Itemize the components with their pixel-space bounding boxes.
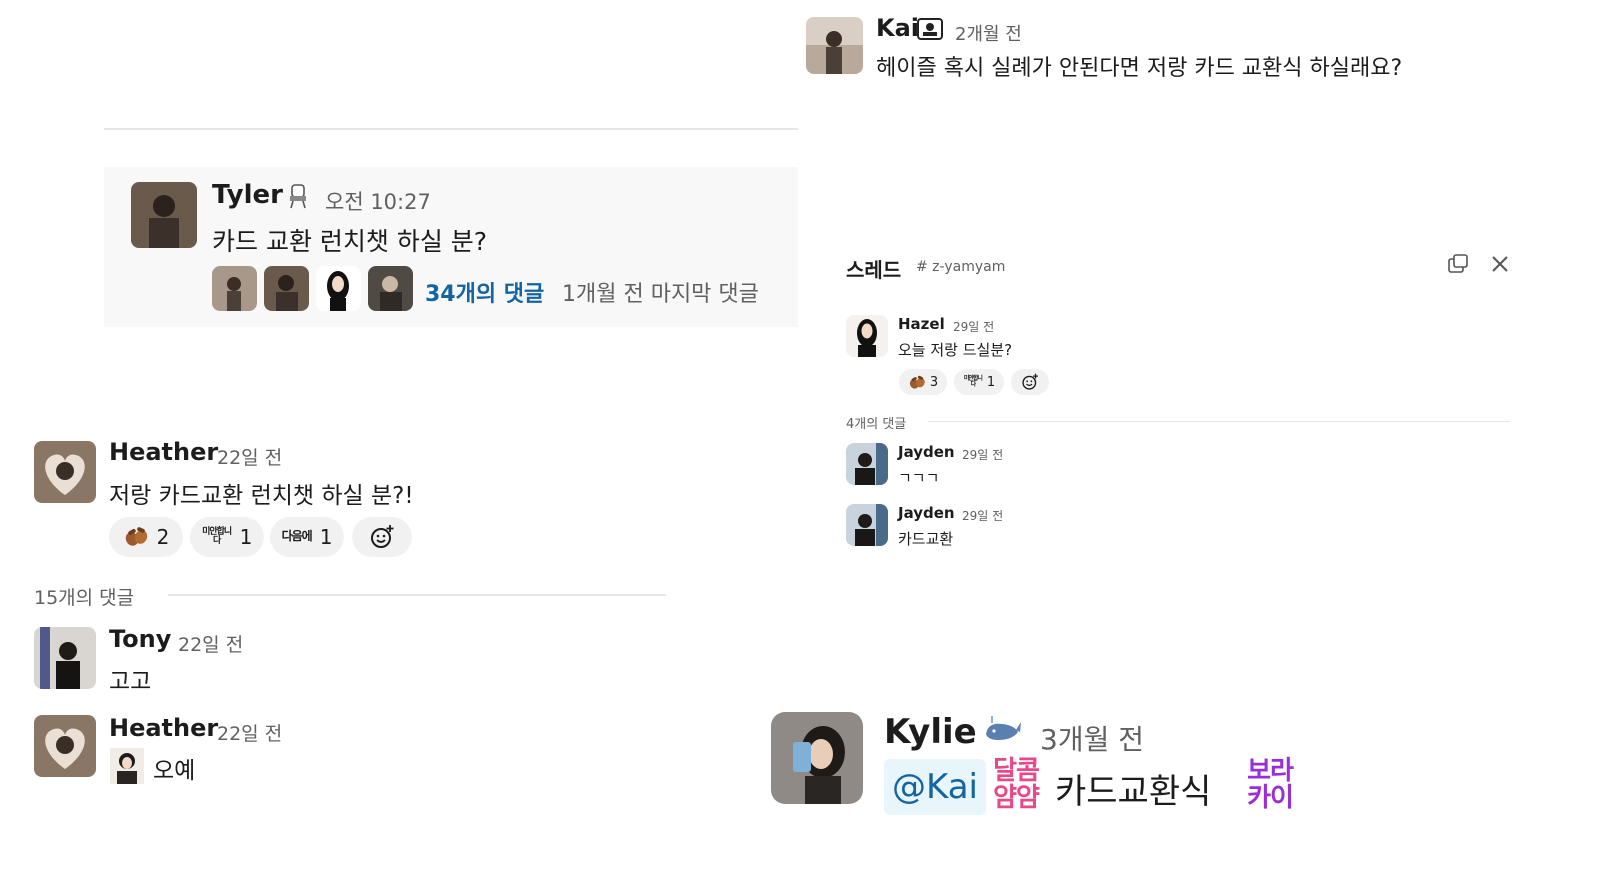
jayden-timestamp[interactable]: 29일 전 bbox=[962, 446, 1003, 463]
add-emoji-icon bbox=[369, 524, 395, 550]
chair-icon bbox=[287, 183, 309, 209]
hazel-message: 오늘 저랑 드실분? bbox=[898, 341, 1013, 359]
kai-message: 헤이즐 혹시 실례가 안된다면 저랑 카드 교환식 하실래요? bbox=[876, 56, 1403, 81]
divider bbox=[104, 128, 798, 130]
add-reaction-button[interactable] bbox=[352, 517, 412, 557]
reaction-count: 2 bbox=[156, 525, 170, 549]
replier-avatar bbox=[264, 266, 309, 311]
thread-panel-reply-count: 4개의 댓글 bbox=[846, 417, 907, 432]
jayden-name[interactable]: Jayden bbox=[898, 443, 955, 461]
heather-timestamp[interactable]: 22일 전 bbox=[217, 443, 282, 470]
mention-text: @Kai bbox=[892, 767, 978, 807]
kai-name[interactable]: Kai bbox=[876, 14, 919, 42]
replier-avatar bbox=[212, 266, 257, 311]
reply-count-link[interactable]: 34개의 댓글 bbox=[425, 276, 544, 308]
tony-timestamp[interactable]: 22일 전 bbox=[178, 630, 243, 657]
kylie-message: 카드교환식 bbox=[1055, 772, 1212, 812]
reaction-count: 3 bbox=[929, 374, 939, 390]
thread-panel-title: 스레드 bbox=[846, 258, 902, 282]
acorn-icon bbox=[123, 526, 149, 548]
thread-channel-link[interactable]: # z-yamyam bbox=[916, 259, 1005, 275]
tony-message: 고고 bbox=[109, 669, 152, 695]
sorry-emoji: 미안합니다 bbox=[202, 527, 232, 546]
jayden-message: ㄱㄱㄱ bbox=[898, 469, 940, 487]
reaction-sorry[interactable]: 미안합니다 1 bbox=[190, 517, 264, 557]
heather-name[interactable]: Heather bbox=[109, 438, 218, 466]
kylie-avatar[interactable] bbox=[771, 712, 863, 804]
tyler-timestamp[interactable]: 오전 10:27 bbox=[325, 186, 431, 216]
reaction-count: 1 bbox=[319, 525, 333, 549]
hazel-avatar[interactable] bbox=[846, 315, 888, 357]
acorn-icon bbox=[908, 375, 926, 390]
heather-avatar[interactable] bbox=[34, 715, 96, 777]
reaction-sorry[interactable]: 미안합니다 1 bbox=[954, 369, 1004, 395]
add-emoji-icon bbox=[1021, 373, 1039, 391]
heather-timestamp[interactable]: 22일 전 bbox=[217, 719, 282, 746]
reaction-next-time[interactable]: 다음에 1 bbox=[270, 517, 344, 557]
divider bbox=[928, 421, 1510, 422]
jayden-avatar[interactable] bbox=[846, 443, 888, 485]
jayden-avatar[interactable] bbox=[846, 504, 888, 546]
close-icon[interactable] bbox=[1490, 254, 1510, 274]
id-card-icon bbox=[917, 16, 943, 42]
user-mention[interactable]: @Kai bbox=[884, 759, 986, 815]
kai-timestamp[interactable]: 2개월 전 bbox=[955, 20, 1022, 46]
reaction-acorns[interactable]: 2 bbox=[109, 517, 183, 557]
whale-icon bbox=[982, 712, 1022, 746]
borakai-emoji: 보라카이 bbox=[1247, 756, 1294, 814]
last-reply-time: 1개월 전 마지막 댓글 bbox=[562, 282, 759, 307]
add-reaction-button[interactable] bbox=[1011, 369, 1049, 395]
divider bbox=[168, 594, 666, 596]
hazel-timestamp[interactable]: 29일 전 bbox=[953, 318, 994, 335]
hazel-name[interactable]: Hazel bbox=[898, 315, 945, 333]
tony-name[interactable]: Tony bbox=[109, 625, 171, 653]
kylie-timestamp[interactable]: 3개월 전 bbox=[1040, 718, 1144, 758]
tyler-avatar[interactable] bbox=[131, 182, 197, 248]
heather-avatar[interactable] bbox=[34, 441, 96, 503]
dalkom-yamyam-emoji: 달콤얌얌 bbox=[993, 756, 1040, 814]
reaction-count: 1 bbox=[986, 374, 996, 390]
jayden-name[interactable]: Jayden bbox=[898, 504, 955, 522]
kylie-name[interactable]: Kylie bbox=[884, 712, 977, 752]
person-emoji bbox=[110, 748, 144, 784]
thread-reply-count: 15개의 댓글 bbox=[34, 587, 135, 609]
open-in-new-icon[interactable] bbox=[1447, 254, 1469, 274]
replier-avatar bbox=[316, 266, 361, 311]
sorry-emoji: 미안합니다 bbox=[963, 375, 983, 388]
heather-message: 오예 bbox=[153, 758, 196, 784]
heather-message: 저랑 카드교환 런치챗 하실 분?! bbox=[109, 483, 414, 509]
reaction-count: 1 bbox=[239, 525, 253, 549]
jayden-timestamp[interactable]: 29일 전 bbox=[962, 507, 1003, 524]
tony-avatar[interactable] bbox=[34, 627, 96, 689]
kai-avatar[interactable] bbox=[806, 17, 863, 74]
replier-avatar bbox=[368, 266, 413, 311]
tyler-name[interactable]: Tyler bbox=[212, 180, 283, 210]
next-time-emoji: 다음에 bbox=[281, 529, 313, 544]
reaction-acorns[interactable]: 3 bbox=[899, 369, 947, 395]
heather-name[interactable]: Heather bbox=[109, 714, 218, 742]
jayden-message: 카드교환 bbox=[898, 530, 954, 548]
tyler-message: 카드 교환 런치챗 하실 분? bbox=[212, 227, 488, 256]
